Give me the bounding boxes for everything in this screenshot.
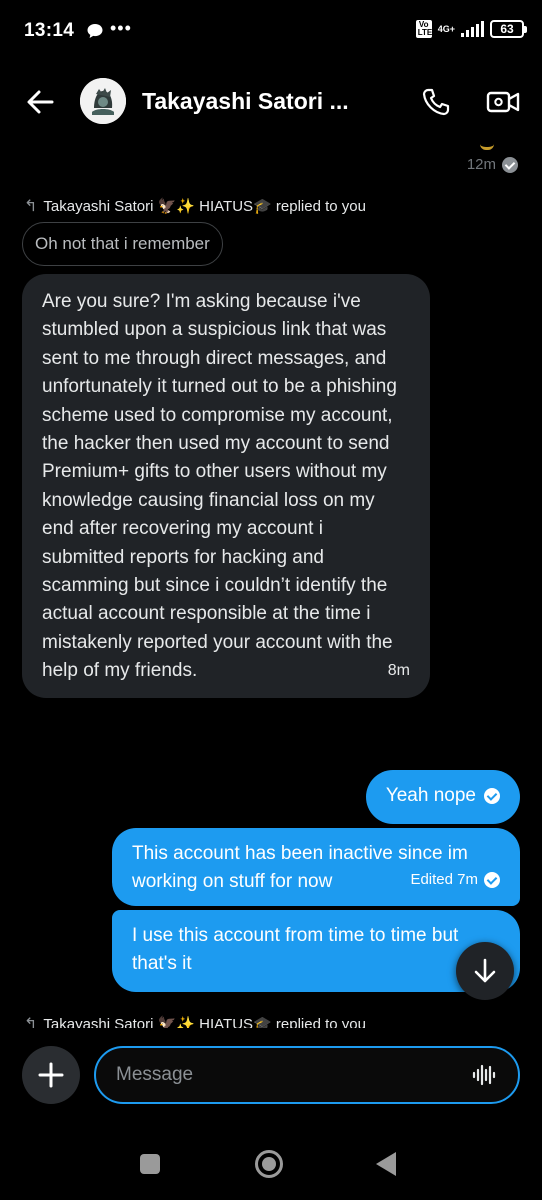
chat-notification-icon	[87, 24, 103, 38]
incoming-message-text: Are you sure? I'm asking because i've st…	[42, 291, 397, 682]
message-box[interactable]	[94, 1046, 520, 1104]
outgoing-message[interactable]: Yeah nope	[365, 770, 520, 824]
waveform-icon[interactable]	[472, 1064, 496, 1086]
status-time: 13:14	[24, 20, 75, 41]
system-back-button[interactable]	[376, 1152, 396, 1176]
arrow-down-icon	[474, 958, 496, 983]
conversation-header: Takayashi Satori ...	[0, 64, 542, 144]
message-timestamp: 12m	[466, 156, 496, 173]
reply-arrow-icon: ↰	[24, 1016, 38, 1028]
outgoing-message[interactable]: This account has been inactive since im …	[112, 828, 520, 906]
add-attachment-button[interactable]	[22, 1046, 80, 1104]
scroll-to-bottom-button[interactable]	[456, 942, 514, 1000]
video-camera-icon[interactable]	[486, 86, 520, 118]
message-timestamp: 8m	[387, 662, 410, 680]
volte-icon: Vo LTE	[415, 20, 433, 38]
battery-icon: 63	[490, 20, 527, 38]
signal-icon	[461, 21, 484, 37]
conversation-title[interactable]: Takayashi Satori ...	[142, 88, 349, 115]
seen-check-icon	[484, 788, 500, 804]
avatar[interactable]	[80, 78, 126, 124]
incoming-message[interactable]: Are you sure? I'm asking because i've st…	[22, 274, 430, 698]
edited-meta: Edited 7m	[410, 866, 500, 894]
reply-context-label: Takayashi Satori 🦅✨ HIATUS🎓 replied to y…	[43, 1016, 366, 1028]
system-navigation-bar	[0, 1128, 542, 1200]
edited-label: Edited 7m	[410, 871, 478, 888]
quoted-message[interactable]: Oh not that i remember	[22, 222, 223, 266]
home-button[interactable]	[255, 1150, 283, 1178]
seen-check-icon	[502, 156, 518, 173]
phone-icon[interactable]	[420, 86, 452, 118]
composer	[0, 1028, 542, 1128]
previous-message-meta: 12m	[467, 156, 518, 173]
reply-arrow-icon: ↰	[24, 198, 38, 215]
outgoing-message-text: Yeah nope	[385, 785, 476, 806]
plus-icon	[38, 1062, 64, 1088]
avatar-image	[80, 78, 126, 124]
message-list[interactable]: 12m ↰ Takayashi Satori 🦅✨ HIATUS🎓 replie…	[0, 144, 542, 1028]
message-input[interactable]	[116, 1048, 456, 1102]
previous-message-fragment	[480, 144, 494, 150]
back-arrow-icon[interactable]	[24, 86, 56, 118]
reply-context: ↰ Takayashi Satori 🦅✨ HIATUS🎓 replied to…	[24, 196, 366, 216]
reply-context: ↰ Takayashi Satori 🦅✨ HIATUS🎓 replied to…	[24, 1014, 366, 1028]
reply-context-label: Takayashi Satori 🦅✨ HIATUS🎓 replied to y…	[43, 198, 366, 215]
status-bar: 13:14 ••• Vo LTE 4G+ 63	[0, 0, 542, 64]
network-type: 4G+	[437, 24, 455, 34]
seen-check-icon	[484, 872, 500, 888]
recent-apps-button[interactable]	[140, 1154, 160, 1174]
outgoing-message-text: I use this account from time to time but…	[132, 925, 459, 974]
status-right: Vo LTE 4G+ 63	[415, 20, 527, 38]
more-notifications-icon: •••	[110, 18, 132, 38]
